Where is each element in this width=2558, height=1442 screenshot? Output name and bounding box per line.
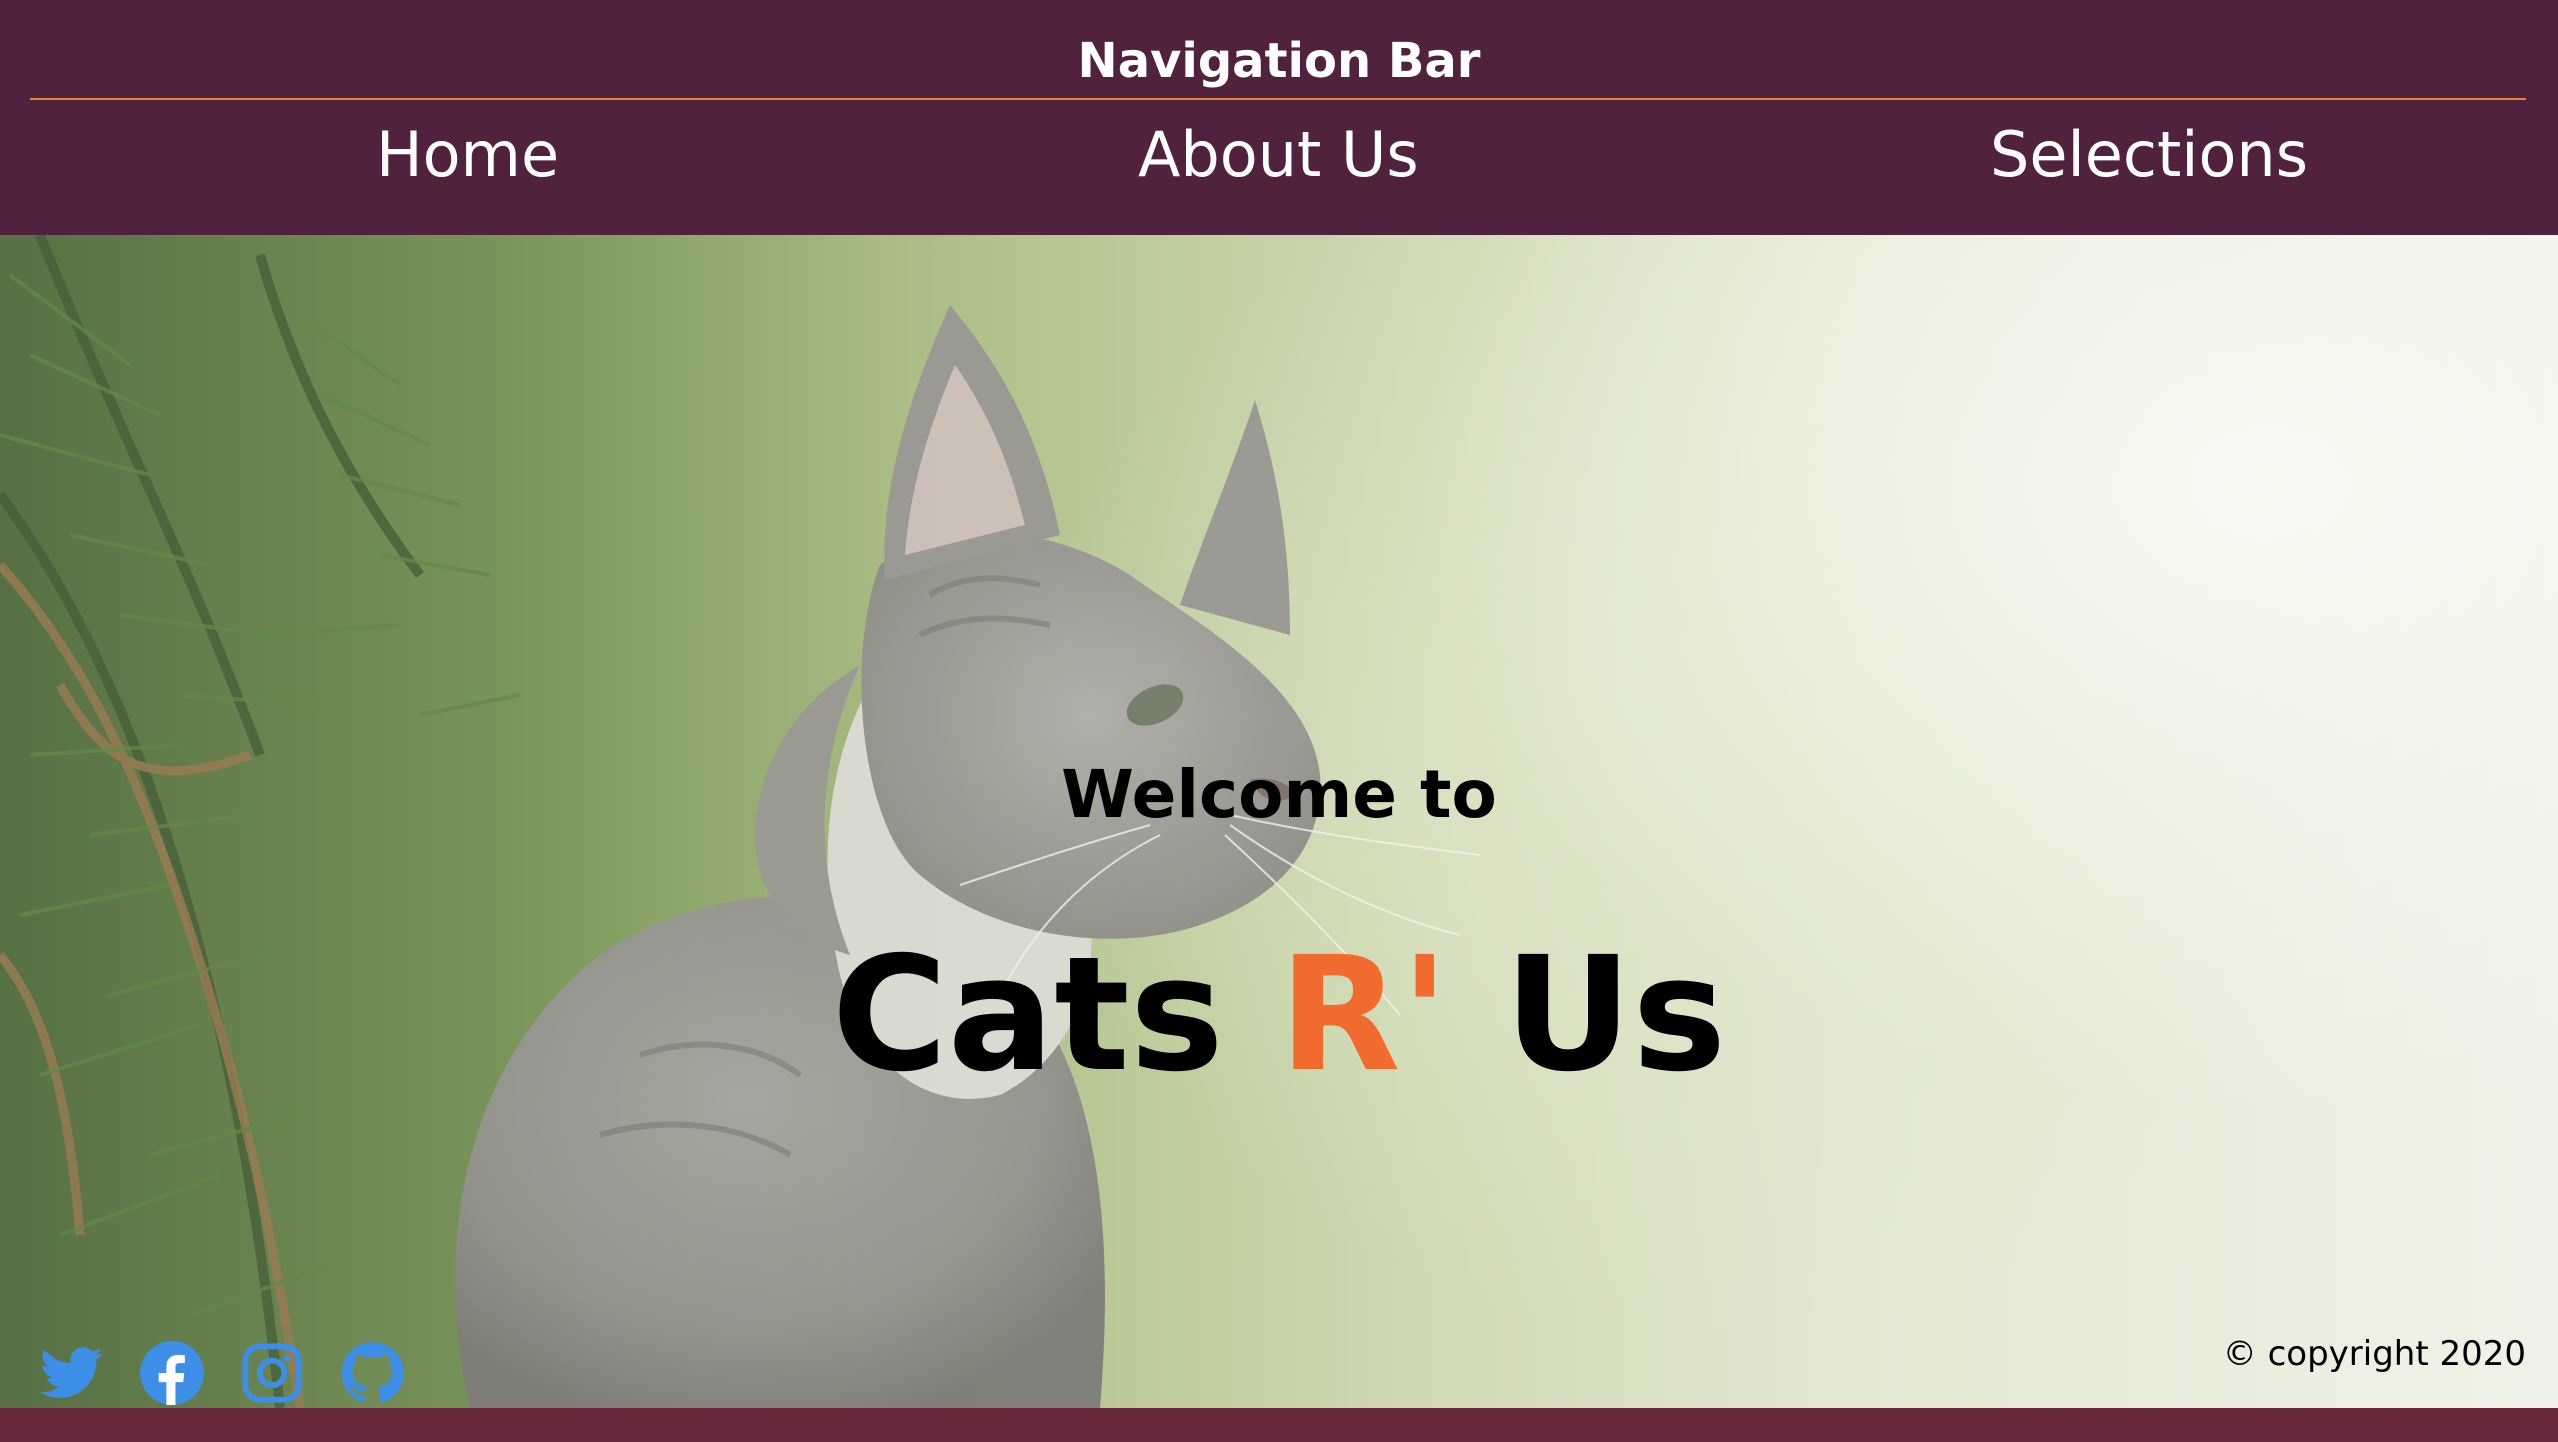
instagram-icon xyxy=(242,1343,302,1403)
brand-accent: R' xyxy=(1278,923,1449,1107)
github-link[interactable] xyxy=(340,1341,404,1405)
github-icon xyxy=(341,1342,404,1403)
twitter-link[interactable] xyxy=(40,1341,104,1405)
footer-strip xyxy=(0,1408,2558,1442)
nav-title: Navigation Bar xyxy=(1077,33,1481,89)
navigation-bar: Navigation Bar Home About Us Selections xyxy=(0,0,2558,235)
facebook-icon xyxy=(140,1341,204,1405)
facebook-link[interactable] xyxy=(140,1341,204,1405)
nav-link-home[interactable]: Home xyxy=(376,110,559,200)
social-links xyxy=(40,1340,404,1406)
hero-section: Welcome to Cats R' Us xyxy=(0,235,2558,1408)
brand-title: Cats R' Us xyxy=(0,925,2558,1105)
nav-divider xyxy=(30,98,2526,100)
nav-link-about-us[interactable]: About Us xyxy=(1138,110,1419,200)
instagram-link[interactable] xyxy=(240,1341,304,1405)
brand-word-us: Us xyxy=(1503,923,1727,1107)
brand-word-cats: Cats xyxy=(831,923,1224,1107)
copyright-text: © copyright 2020 xyxy=(2222,1334,2526,1374)
twitter-icon xyxy=(40,1347,103,1398)
nav-link-selections[interactable]: Selections xyxy=(1990,110,2308,200)
welcome-heading: Welcome to xyxy=(1061,756,1497,833)
